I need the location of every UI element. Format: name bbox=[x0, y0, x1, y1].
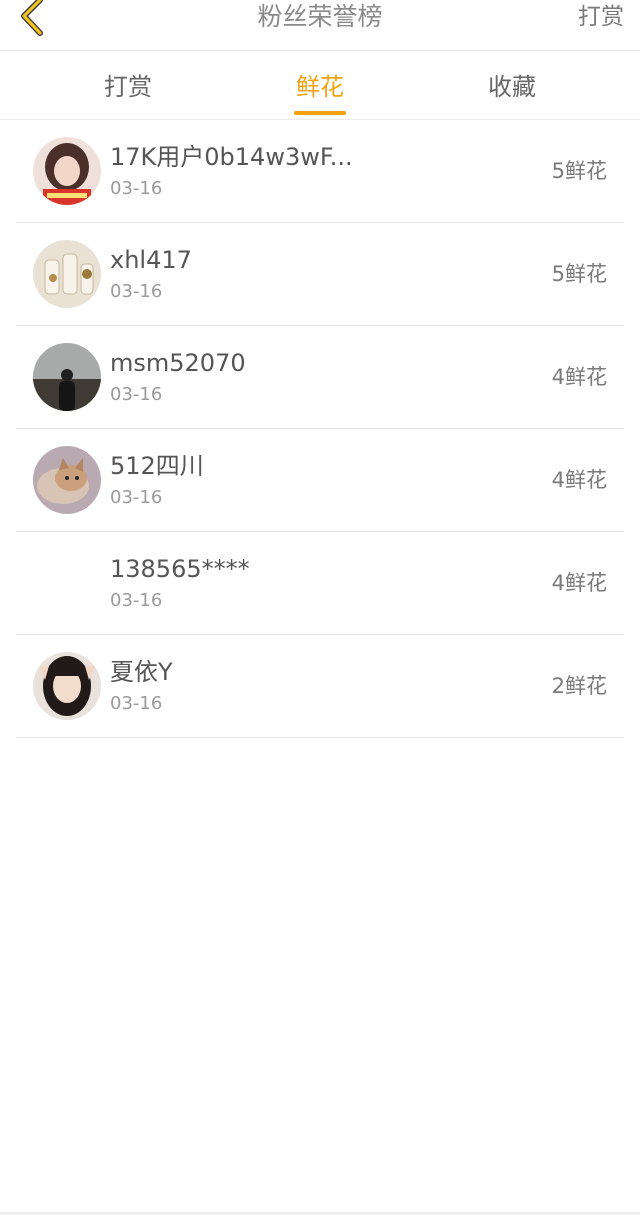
date: 03-16 bbox=[110, 281, 163, 302]
avatar bbox=[33, 343, 101, 411]
reward-button[interactable]: 打赏 bbox=[578, 0, 624, 34]
list-item[interactable]: xhl417 03-16 5鲜花 bbox=[16, 223, 624, 326]
tab-flowers[interactable]: 鲜花 bbox=[240, 51, 400, 119]
flower-count: 5鲜花 bbox=[551, 159, 607, 183]
flower-count: 4鲜花 bbox=[551, 468, 607, 492]
tab-active-indicator bbox=[294, 111, 346, 115]
avatar bbox=[33, 137, 101, 205]
username: xhl417 bbox=[110, 246, 192, 274]
tab-reward-label: 打赏 bbox=[104, 73, 152, 101]
flower-count: 5鲜花 bbox=[551, 262, 607, 286]
flower-count: 4鲜花 bbox=[551, 571, 607, 595]
date: 03-16 bbox=[110, 178, 163, 199]
page-title: 粉丝荣誉榜 bbox=[257, 2, 383, 31]
flower-count: 2鲜花 bbox=[551, 674, 607, 698]
tab-bar: 打赏 鲜花 收藏 bbox=[0, 51, 640, 120]
header-bar: 粉丝荣誉榜 打赏 bbox=[0, 0, 640, 51]
date: 03-16 bbox=[110, 384, 163, 405]
username: 512四川 bbox=[110, 452, 204, 480]
list-item[interactable]: 138565**** 03-16 4鲜花 bbox=[16, 532, 624, 635]
fan-list: 17K用户0b14w3wF... 03-16 5鲜花 xhl417 03-16 … bbox=[16, 120, 624, 738]
list-item[interactable]: 17K用户0b14w3wF... 03-16 5鲜花 bbox=[16, 120, 624, 223]
list-item[interactable]: msm52070 03-16 4鲜花 bbox=[16, 326, 624, 429]
avatar bbox=[33, 240, 101, 308]
tab-reward[interactable]: 打赏 bbox=[48, 51, 208, 119]
username: 138565**** bbox=[110, 555, 250, 583]
date: 03-16 bbox=[110, 487, 163, 508]
avatar bbox=[33, 446, 101, 514]
date: 03-16 bbox=[110, 693, 163, 714]
flower-count: 4鲜花 bbox=[551, 365, 607, 389]
avatar bbox=[33, 652, 101, 720]
tab-flowers-label: 鲜花 bbox=[296, 73, 344, 101]
tab-favorites[interactable]: 收藏 bbox=[432, 51, 592, 119]
list-item[interactable]: 512四川 03-16 4鲜花 bbox=[16, 429, 624, 532]
username: msm52070 bbox=[110, 349, 246, 377]
username: 17K用户0b14w3wF... bbox=[110, 143, 353, 171]
tab-favorites-label: 收藏 bbox=[488, 73, 536, 101]
date: 03-16 bbox=[110, 590, 163, 611]
avatar bbox=[33, 549, 101, 617]
username: 夏依Y bbox=[110, 658, 173, 686]
list-item[interactable]: 夏依Y 03-16 2鲜花 bbox=[16, 635, 624, 738]
